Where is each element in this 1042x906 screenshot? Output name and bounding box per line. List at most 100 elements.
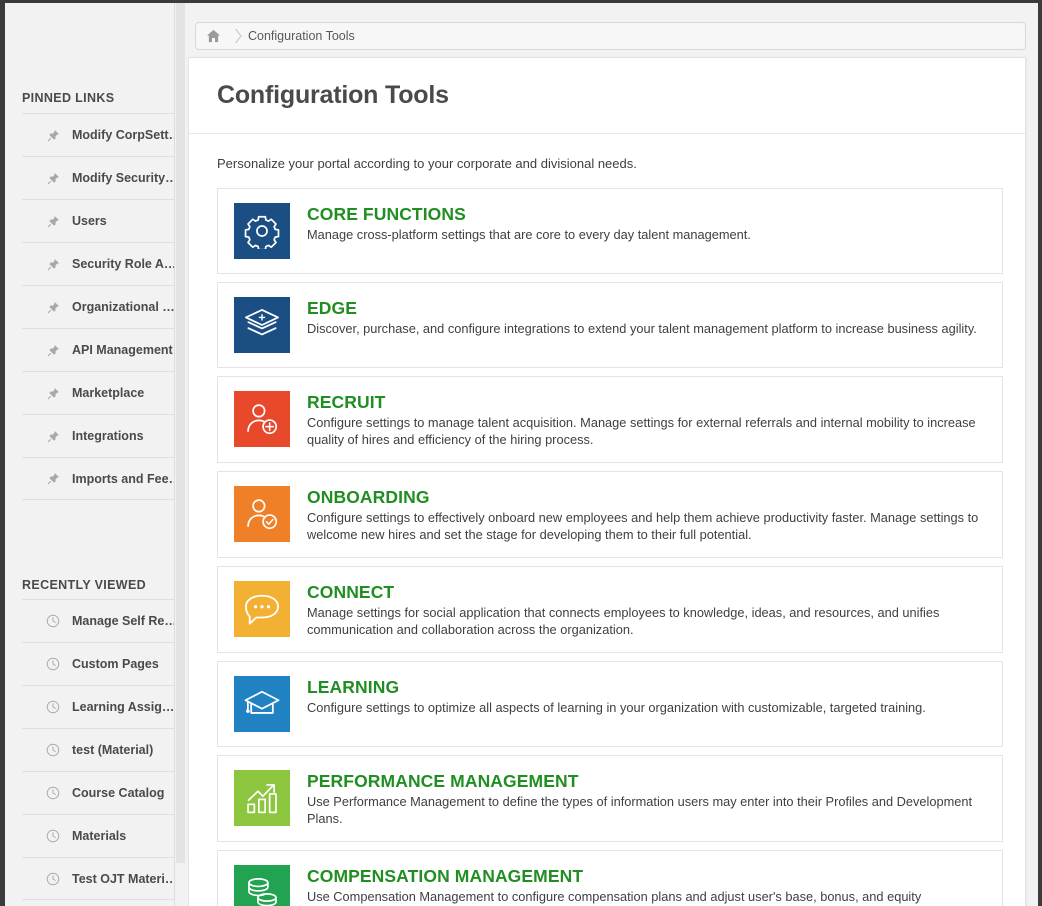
pinned-link-item-label: Modify Security… [72,171,178,185]
sidebar: PINNED LINKS Modify CorpSett… Modify Secu… [5,3,185,906]
recently-viewed-item[interactable]: Learning Assig… [22,685,185,728]
recently-viewed-item[interactable]: Test OJT Materi… [22,857,185,900]
pinned-link-item-label: Users [72,214,107,228]
card-title: EDGE [307,298,357,318]
recently-viewed-item[interactable]: test (Material) [22,728,185,771]
breadcrumb-separator-icon [230,28,246,44]
card-body: EDGE Discover, purchase, and configure in… [307,297,986,338]
card-onboarding[interactable]: ONBOARDING Configure settings to effectiv… [217,471,1003,558]
pin-icon [39,258,67,271]
card-title: PERFORMANCE MANAGEMENT [307,771,579,791]
intro-text: Personalize your portal according to you… [217,156,637,171]
recently-viewed-item-label: Materials [72,829,127,843]
card-compensation-management[interactable]: COMPENSATION MANAGEMENT Use Compensation … [217,850,1003,906]
card-description: Configure settings to effectively onboar… [307,510,979,542]
card-body: CORE FUNCTIONS Manage cross-platform sett… [307,203,986,244]
graduation-cap-icon [234,676,290,732]
pinned-link-item[interactable]: Security Role A… [22,242,185,285]
pinned-link-item[interactable]: API Management [22,328,185,371]
pin-icon [39,172,67,185]
recently-viewed-list: Manage Self Re… Custom Pages Learning Assi… [22,599,185,900]
recently-viewed-item-label: Manage Self Re… [72,614,177,628]
card-body: PERFORMANCE MANAGEMENT Use Performance Ma… [307,770,986,827]
recently-viewed-item-label: Learning Assig… [72,700,175,714]
pin-icon [39,129,67,142]
pin-icon [39,387,67,400]
card-connect[interactable]: CONNECT Manage settings for social applic… [217,566,1003,653]
pin-icon [39,215,67,228]
card-body: CONNECT Manage settings for social applic… [307,581,986,638]
pinned-link-item-label: Imports and Fee… [72,471,182,486]
card-description: Configure settings to optimize all aspec… [307,700,926,715]
card-description: Use Compensation Management to configure… [307,889,922,906]
clock-icon [39,829,67,843]
pinned-link-item[interactable]: Organizational … [22,285,185,328]
clock-icon [39,700,67,714]
pinned-link-item-label: Marketplace [72,386,145,400]
speech-bubble-icon [234,581,290,637]
recently-viewed-item-label: Test OJT Materi… [72,871,178,886]
configuration-tool-cards: CORE FUNCTIONS Manage cross-platform sett… [217,188,1003,906]
recently-viewed-item-label: Course Catalog [72,786,165,800]
pinned-link-item[interactable]: Modify CorpSett… [22,113,185,156]
pin-icon [39,472,67,485]
card-recruit[interactable]: RECRUIT Configure settings to manage tale… [217,376,1003,463]
user-check-icon [234,486,290,542]
clock-icon [39,743,67,757]
recently-viewed-item[interactable]: Manage Self Re… [22,599,185,642]
card-title: RECRUIT [307,392,386,412]
user-plus-icon [234,391,290,447]
pinned-links-heading: PINNED LINKS [22,91,115,105]
recently-viewed-heading: RECENTLY VIEWED [22,578,147,592]
card-title: CONNECT [307,582,395,602]
breadcrumb: Configuration Tools [195,22,1026,50]
card-description: Use Performance Management to define the… [307,794,973,826]
pinned-link-item[interactable]: Modify Security… [22,156,185,199]
content-panel: Configuration Tools Personalize your por… [188,57,1026,906]
pinned-link-item-label: API Management [72,343,173,357]
clock-icon [39,657,67,671]
layers-icon [234,297,290,353]
card-title: CORE FUNCTIONS [307,204,466,224]
gear-icon [234,203,290,259]
app-window: PINNED LINKS Modify CorpSett… Modify Secu… [0,0,1042,906]
card-description: Discover, purchase, and configure integr… [307,321,977,336]
panel-header: Configuration Tools [189,58,1025,134]
pinned-link-item-label: Modify CorpSett… [72,128,182,142]
pin-icon [39,301,67,314]
pinned-link-item-label: Organizational … [72,300,175,314]
pinned-link-item[interactable]: Imports and Fee… [22,457,185,500]
card-description: Manage settings for social application t… [307,605,940,637]
card-title: COMPENSATION MANAGEMENT [307,866,584,886]
recently-viewed-item[interactable]: Custom Pages [22,642,185,685]
card-core-functions[interactable]: CORE FUNCTIONS Manage cross-platform sett… [217,188,1003,274]
card-title: LEARNING [307,677,400,697]
card-description: Manage cross-platform settings that are … [307,227,751,242]
sidebar-scrollbar-thumb[interactable] [176,3,185,863]
pinned-link-item-label: Integrations [72,429,144,443]
card-learning[interactable]: LEARNING Configure settings to optimize a… [217,661,1003,747]
coins-icon [234,865,290,906]
card-performance-management[interactable]: PERFORMANCE MANAGEMENT Use Performance Ma… [217,755,1003,842]
card-body: RECRUIT Configure settings to manage tale… [307,391,986,448]
pinned-link-item[interactable]: Users [22,199,185,242]
recently-viewed-item[interactable]: Course Catalog [22,771,185,814]
card-title: ONBOARDING [307,487,430,507]
card-description: Configure settings to manage talent acqu… [307,415,976,447]
recently-viewed-item[interactable]: Materials [22,814,185,857]
bar-chart-arrow-icon [234,770,290,826]
pinned-link-item[interactable]: Marketplace [22,371,185,414]
recently-viewed-item-label: Custom Pages [72,657,159,671]
pinned-links-list: Modify CorpSett… Modify Security… Users Sec… [22,113,185,500]
clock-icon [39,786,67,800]
home-icon[interactable] [196,23,230,49]
sidebar-scrollbar[interactable] [174,3,185,906]
pinned-link-item[interactable]: Integrations [22,414,185,457]
card-body: LEARNING Configure settings to optimize a… [307,676,986,717]
card-edge[interactable]: EDGE Discover, purchase, and configure in… [217,282,1003,368]
page-title: Configuration Tools [217,81,449,109]
card-body: ONBOARDING Configure settings to effectiv… [307,486,986,543]
pin-icon [39,430,67,443]
recently-viewed-item-label: test (Material) [72,743,154,757]
breadcrumb-current: Configuration Tools [248,29,355,43]
